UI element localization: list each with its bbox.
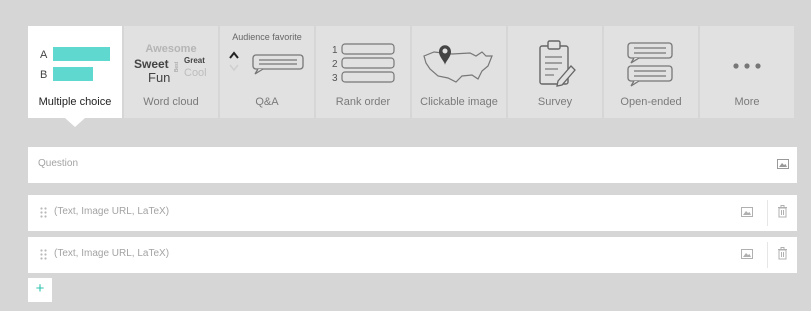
drag-handle-icon[interactable]	[40, 207, 48, 219]
tab-rank-order[interactable]: 1 2 3 Rank order	[316, 26, 410, 118]
speech-bubbles-icon	[627, 42, 673, 87]
tab-word-cloud[interactable]: Awesome Sweet Great Best Fun Cool Word c…	[124, 26, 218, 118]
tab-label: Q&A	[255, 96, 279, 108]
rank-order-icon: 1 2 3	[332, 43, 395, 84]
svg-text:3: 3	[332, 73, 338, 84]
svg-text:Sweet: Sweet	[134, 57, 169, 71]
qa-icon: Audience favorite	[229, 32, 304, 75]
question-type-tabs: A B Multiple choice Awesome Sweet Great …	[28, 26, 794, 118]
svg-text:Great: Great	[184, 56, 205, 65]
divider	[767, 242, 768, 268]
divider	[767, 200, 768, 226]
multiple-choice-icon: A B	[40, 47, 110, 81]
drag-handle-icon[interactable]	[40, 249, 48, 261]
tab-clickable-image[interactable]: Clickable image	[412, 26, 506, 118]
plus-icon: +	[35, 280, 45, 297]
question-field[interactable]: Question	[28, 147, 797, 183]
svg-text:Audience favorite: Audience favorite	[232, 32, 302, 42]
svg-text:B: B	[40, 69, 47, 81]
tab-multiple-choice[interactable]: A B Multiple choice	[28, 26, 122, 118]
image-icon[interactable]	[741, 207, 753, 218]
answer-option-2[interactable]: (Text, Image URL, LaTeX)	[28, 237, 797, 273]
map-pin-icon	[423, 45, 493, 83]
tab-more[interactable]: More	[700, 26, 794, 118]
tab-qa[interactable]: Audience favorite Q&A	[220, 26, 314, 118]
tab-label: More	[734, 96, 760, 108]
add-option-button[interactable]: +	[28, 278, 52, 302]
trash-icon[interactable]	[777, 247, 788, 260]
svg-text:1: 1	[332, 45, 338, 56]
tab-label: Clickable image	[420, 96, 498, 108]
active-tab-pointer	[65, 118, 85, 127]
tab-open-ended[interactable]: Open-ended	[604, 26, 698, 118]
tab-label: Word cloud	[143, 96, 199, 108]
svg-text:2: 2	[332, 59, 338, 70]
word-cloud-icon: Awesome Sweet Great Best Fun Cool	[134, 43, 207, 85]
tab-survey[interactable]: Survey	[508, 26, 602, 118]
more-dots-icon	[733, 63, 761, 69]
question-placeholder: Question	[38, 158, 79, 169]
tab-label: Multiple choice	[38, 96, 112, 108]
clipboard-icon	[539, 40, 576, 87]
svg-text:A: A	[40, 49, 48, 61]
option-placeholder: (Text, Image URL, LaTeX)	[54, 206, 170, 217]
svg-text:Cool: Cool	[184, 67, 207, 79]
svg-text:Best: Best	[174, 61, 180, 72]
tab-label: Open-ended	[620, 96, 682, 108]
tab-label: Rank order	[335, 96, 391, 108]
image-icon[interactable]	[777, 159, 789, 170]
image-icon[interactable]	[741, 249, 753, 260]
svg-text:Fun: Fun	[148, 70, 170, 85]
option-placeholder: (Text, Image URL, LaTeX)	[54, 248, 170, 259]
trash-icon[interactable]	[777, 205, 788, 218]
answer-option-1[interactable]: (Text, Image URL, LaTeX)	[28, 195, 797, 231]
svg-text:Awesome: Awesome	[145, 43, 196, 55]
tab-label: Survey	[537, 96, 573, 108]
